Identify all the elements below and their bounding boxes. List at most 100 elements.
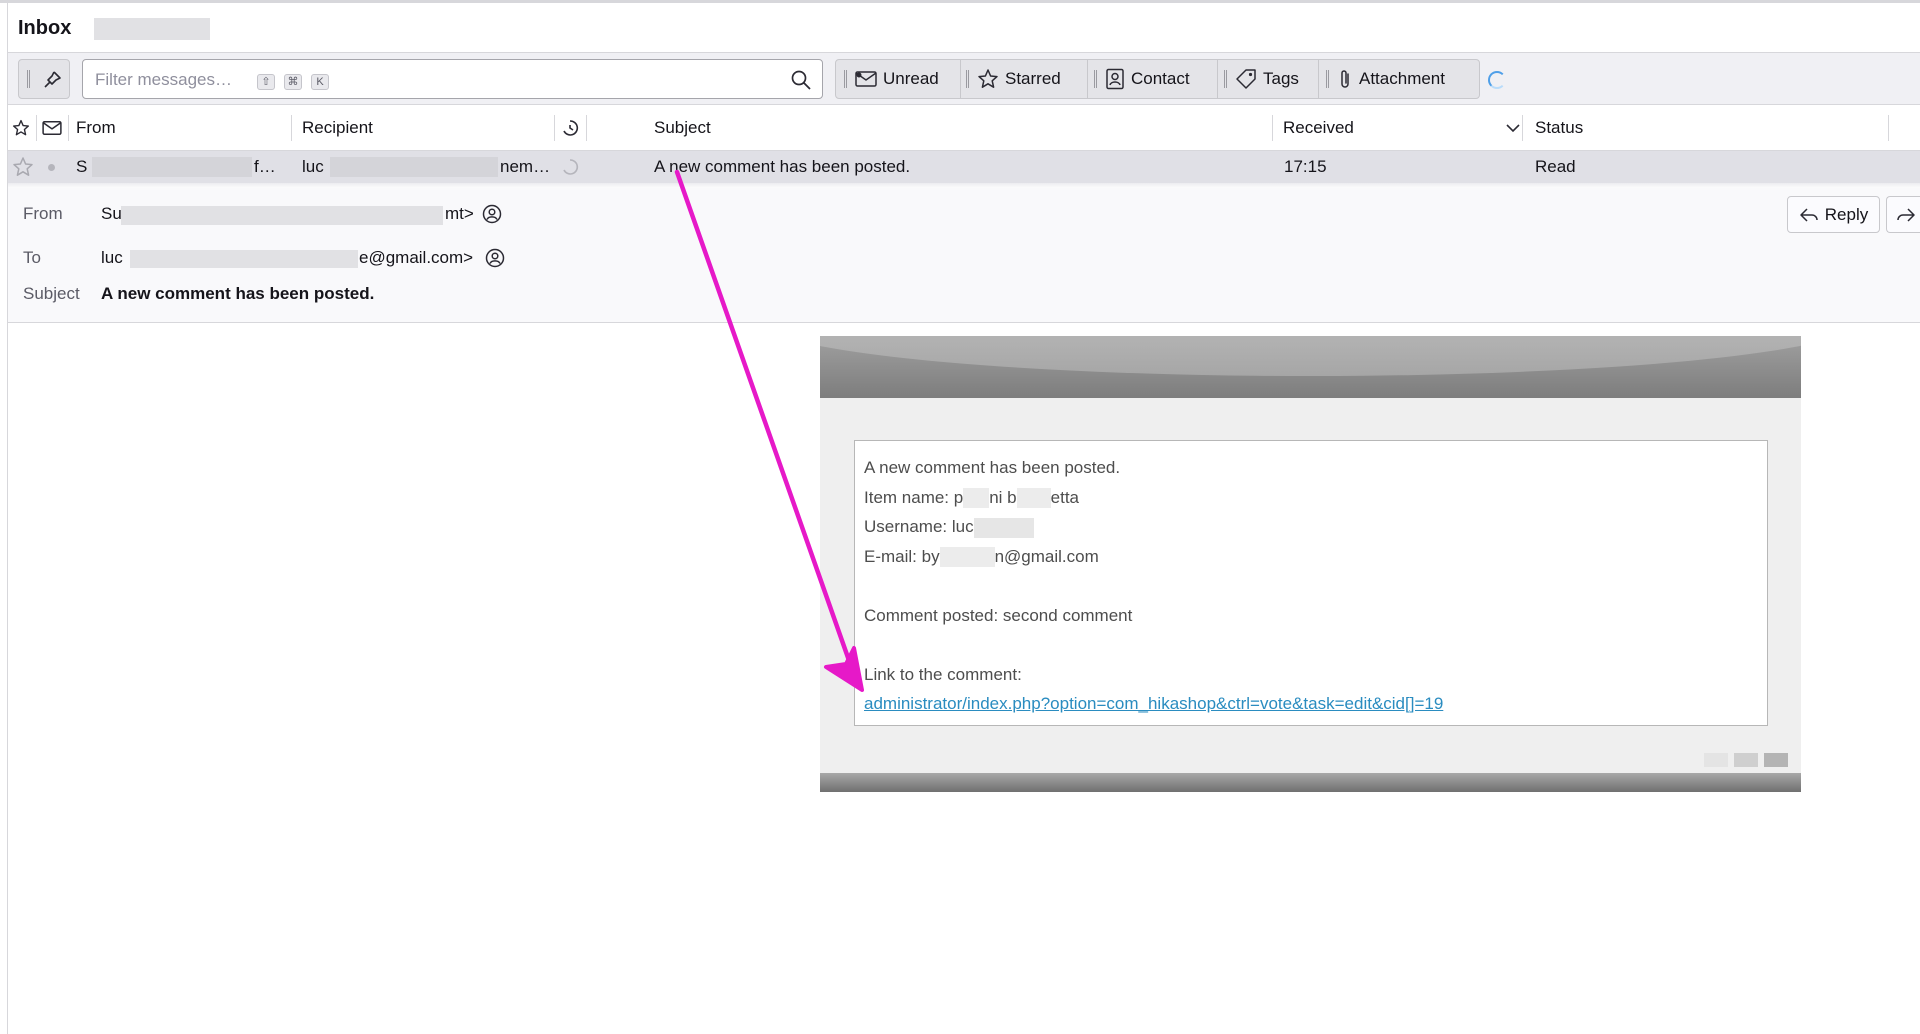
- redacted-recipient: [330, 157, 498, 177]
- tags-filter-label: Tags: [1263, 69, 1299, 88]
- tags-filter-button[interactable]: Tags: [1224, 60, 1314, 98]
- reply-icon: [1800, 207, 1818, 222]
- drag-grip-icon: [1094, 70, 1097, 88]
- row-from-start: S: [76, 157, 88, 176]
- folder-title: Inbox: [18, 17, 72, 39]
- shortcut-key-k: K: [311, 74, 329, 90]
- search-icon[interactable]: [790, 69, 812, 91]
- forward-icon: [1897, 208, 1915, 222]
- email-body: A new comment has been posted. Item name…: [820, 336, 1801, 792]
- subject-value: A new comment has been posted.: [101, 284, 375, 303]
- column-separator: [1888, 115, 1889, 141]
- thread-column-icon[interactable]: [561, 119, 579, 137]
- email-line-item-name: Item name: p ni b etta: [864, 483, 1758, 513]
- drag-grip-icon: [1224, 70, 1227, 88]
- contact-card-icon[interactable]: [485, 248, 505, 268]
- email-line-link-label: Link to the comment:: [864, 664, 1022, 684]
- message-row[interactable]: S f… luc nem… A new comment has been pos…: [8, 151, 1920, 183]
- column-separator: [36, 115, 37, 141]
- row-status: Read: [1535, 157, 1576, 176]
- from-value-start[interactable]: Su: [101, 204, 122, 224]
- column-separator: [68, 115, 69, 141]
- column-subject[interactable]: Subject: [654, 105, 711, 151]
- redacted-username: [973, 517, 1034, 538]
- separator: [1217, 60, 1218, 98]
- unread-filter-button[interactable]: Unread: [844, 60, 958, 98]
- message-header-pane: From Su mt> To luc e@gmail.com> Subject …: [8, 188, 1920, 323]
- star-icon: [978, 69, 998, 88]
- from-value-end[interactable]: mt>: [445, 204, 474, 224]
- separator: [1318, 60, 1319, 98]
- read-status-column-icon[interactable]: [42, 120, 62, 136]
- column-separator: [554, 115, 555, 141]
- email-blank-line: [864, 630, 1758, 660]
- footer-decoration: [1734, 753, 1758, 767]
- read-status-dot-icon[interactable]: [48, 164, 55, 171]
- filter-messages-input[interactable]: Filter messages… ⇧ ⌘ K: [82, 59, 823, 99]
- email-end: n@gmail.com: [994, 546, 1099, 566]
- quick-filter-buttons: Unread Starred Contact Tags Attachment: [835, 59, 1480, 99]
- email-line-link: administrator/index.php?option=com_hikas…: [864, 689, 1758, 719]
- drag-grip-icon: [1326, 70, 1329, 88]
- reply-button[interactable]: Reply: [1787, 196, 1880, 233]
- item-name-prefix: Item name: p: [864, 487, 964, 507]
- from-label: From: [23, 204, 63, 223]
- redacted-from-address: [121, 206, 443, 225]
- to-value-end[interactable]: e@gmail.com>: [359, 248, 473, 268]
- subject-label: Subject: [23, 284, 80, 303]
- email-prefix: E-mail: by: [864, 546, 940, 566]
- reply-label: Reply: [1824, 204, 1869, 224]
- redacted-sender: [92, 157, 252, 177]
- starred-filter-button[interactable]: Starred: [966, 60, 1084, 98]
- row-recipient-start: luc: [302, 157, 324, 176]
- attachment-filter-label: Attachment: [1359, 69, 1445, 88]
- starred-filter-label: Starred: [1005, 69, 1061, 88]
- folder-header: Inbox: [8, 3, 1920, 53]
- drag-grip-icon: [844, 70, 847, 88]
- drag-grip-icon: [966, 70, 969, 88]
- row-recipient-end: nem…: [500, 157, 551, 176]
- column-separator: [291, 115, 292, 141]
- unread-filter-label: Unread: [883, 69, 939, 88]
- tag-icon: [1236, 69, 1256, 89]
- email-banner: [820, 336, 1801, 398]
- star-column-icon[interactable]: [12, 119, 30, 137]
- email-footer-bar: [820, 773, 1801, 792]
- email-line-intro: A new comment has been posted.: [864, 458, 1121, 477]
- filter-placeholder: Filter messages…: [95, 70, 232, 89]
- column-separator: [586, 115, 587, 141]
- contact-filter-button[interactable]: Contact: [1094, 60, 1214, 98]
- email-line-username: Username: luc: [864, 512, 1758, 542]
- column-from[interactable]: From: [76, 105, 116, 151]
- shortcut-key-cmd: ⌘: [284, 74, 302, 90]
- pin-filter-button[interactable]: [18, 59, 70, 99]
- email-blank-line: [864, 571, 1758, 601]
- comment-link[interactable]: administrator/index.php?option=com_hikas…: [864, 694, 1443, 713]
- to-value-start[interactable]: luc: [101, 248, 123, 268]
- item-name-mid: ni b: [989, 487, 1017, 507]
- column-received[interactable]: Received: [1283, 105, 1354, 151]
- column-recipient[interactable]: Recipient: [302, 105, 373, 151]
- to-label: To: [23, 248, 41, 267]
- row-received: 17:15: [1284, 157, 1327, 176]
- redacted-folder-info: [94, 18, 210, 40]
- attachment-filter-button[interactable]: Attachment: [1326, 60, 1476, 98]
- item-name-end: etta: [1050, 487, 1079, 507]
- separator: [1087, 60, 1088, 98]
- column-separator: [1522, 115, 1523, 141]
- email-line-email: E-mail: by n@gmail.com: [864, 542, 1758, 572]
- unread-icon: [855, 71, 877, 87]
- star-toggle-icon[interactable]: [12, 156, 34, 178]
- contact-card-icon[interactable]: [482, 204, 502, 224]
- drag-grip-icon: [27, 70, 30, 88]
- thread-status-icon[interactable]: [561, 158, 579, 176]
- separator: [960, 60, 961, 98]
- column-status[interactable]: Status: [1535, 105, 1583, 151]
- forward-button[interactable]: [1886, 196, 1920, 233]
- footer-decoration: [1764, 753, 1788, 767]
- message-list-header: From Recipient Subject Received Status: [8, 105, 1920, 151]
- sort-descending-icon[interactable]: [1505, 123, 1521, 133]
- row-from-end: f…: [254, 157, 276, 176]
- email-content-box: A new comment has been posted. Item name…: [854, 440, 1768, 726]
- pin-icon: [44, 71, 61, 88]
